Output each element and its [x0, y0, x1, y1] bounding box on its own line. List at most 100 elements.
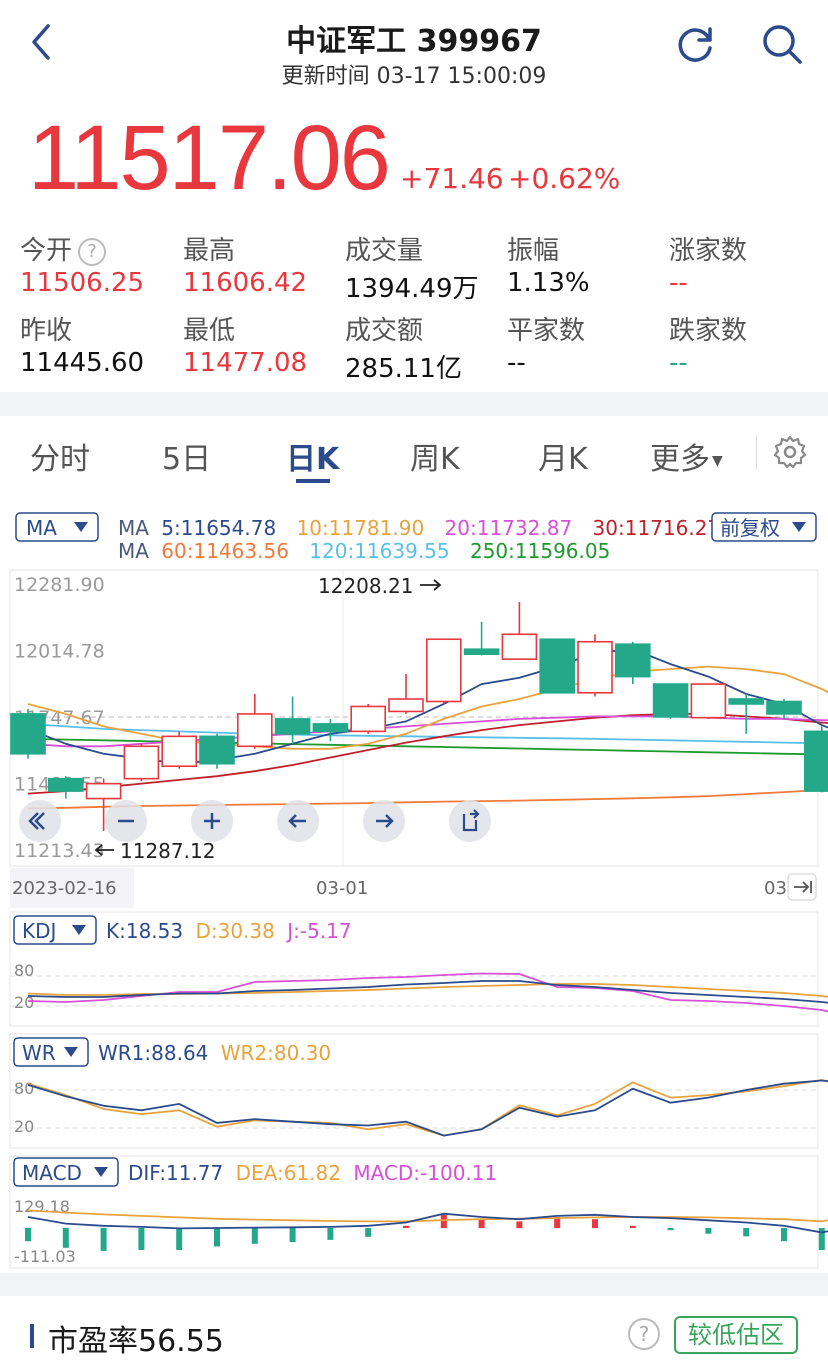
kdj-select-label: KDJ	[22, 919, 56, 943]
wr-select-label: WR	[22, 1041, 56, 1065]
price-axis-label: 12014.78	[14, 641, 105, 663]
candle-up	[425, 638, 462, 703]
wr-axis-high: 80	[14, 1079, 34, 1098]
volume-label: 成交量	[345, 236, 424, 266]
search-icon[interactable]	[760, 22, 804, 66]
kdj-axis-high: 80	[14, 961, 34, 980]
macd-bar	[251, 1228, 258, 1244]
high-value: 11606.42	[183, 268, 308, 298]
macd-bar	[403, 1225, 409, 1228]
price-change-percent: +0.62%	[508, 162, 621, 195]
refresh-icon[interactable]	[676, 24, 716, 64]
flat-count-value: --	[507, 348, 526, 378]
down-count-value: --	[669, 348, 688, 378]
candle-down	[199, 735, 235, 765]
macd-bar	[516, 1221, 523, 1228]
candle-down	[312, 723, 349, 733]
candle-down	[539, 638, 576, 694]
macd-bar	[138, 1228, 145, 1250]
kline-chart[interactable]: MA MA 5:11654.78 10:11781.90 20:11732.87…	[0, 488, 828, 1273]
arrow-right-icon	[420, 579, 442, 591]
macd-bar	[25, 1228, 31, 1242]
adjust-select-label: 前复权	[720, 516, 780, 540]
macd-bar	[214, 1228, 220, 1247]
candle-up	[350, 705, 387, 733]
active-tab-indicator	[296, 479, 330, 483]
help-icon[interactable]: ?	[78, 237, 107, 266]
volume-value: 1394.49万	[345, 274, 479, 304]
candle-down	[10, 713, 46, 755]
price-axis-label: 12281.90	[14, 574, 105, 596]
kdj-d-line	[27, 983, 828, 998]
section-marker	[30, 1324, 34, 1348]
open-label: 今开?	[20, 230, 107, 267]
current-price: 11517.06	[28, 107, 391, 209]
candle-up	[501, 633, 538, 660]
max-price-label: 12208.21	[318, 574, 413, 598]
tab-intraday[interactable]: 分时	[30, 434, 90, 478]
chart-panel: MA MA 5:11654.78 10:11781.90 20:11732.87…	[0, 488, 828, 1273]
candle-down	[766, 700, 802, 715]
ma-select-label: MA	[26, 516, 57, 540]
down-count-label: 跌家数	[669, 316, 748, 346]
high-label: 最高	[183, 236, 236, 266]
flat-count-label: 平家数	[507, 316, 586, 346]
macd-histogram-lines	[25, 1209, 828, 1251]
rotate-button[interactable]	[449, 800, 491, 842]
macd-bar	[705, 1228, 712, 1234]
amplitude-value: 1.13%	[507, 268, 590, 298]
valuation-badge[interactable]: 较低估区	[674, 1316, 798, 1354]
candle-up	[690, 683, 727, 719]
up-count-value: --	[669, 268, 688, 298]
kdj-values: K:18.53 D:30.38 J:-5.17	[106, 919, 352, 943]
low-label: 最低	[183, 316, 236, 346]
wr2-line	[27, 1078, 828, 1137]
wr-lines	[27, 1078, 828, 1137]
pe-ratio: 市盈率56.55	[48, 1324, 224, 1359]
macd-bar	[478, 1219, 485, 1228]
macd-bar	[781, 1228, 787, 1242]
candle-up	[388, 698, 424, 713]
dropdown-triangle-icon: ▼	[712, 452, 723, 469]
ma-row-1: MA 5:11654.78 10:11781.90 20:11732.87 30…	[118, 516, 720, 540]
candle-up	[161, 735, 197, 768]
period-tabs: 分时 5日 日K 周K 月K 更多 ▼	[0, 416, 828, 488]
candle-up	[123, 745, 160, 780]
candle-down	[614, 643, 651, 678]
up-count-label: 涨家数	[669, 236, 748, 266]
macd-axis-low: -111.03	[14, 1247, 76, 1266]
tab-weekly-k[interactable]: 周K	[410, 434, 460, 478]
candle-down	[47, 777, 84, 792]
jump-start-button[interactable]	[19, 800, 61, 842]
candle-down	[274, 718, 311, 735]
tab-more[interactable]: 更多 ▼	[650, 434, 723, 478]
macd-bar	[62, 1228, 69, 1248]
price-axis-label: 11213.43	[14, 840, 105, 862]
macd-bar	[365, 1228, 372, 1237]
macd-values: DIF:11.77 DEA:61.82 MACD:-100.11	[128, 1161, 497, 1185]
macd-bar	[743, 1228, 750, 1237]
date-mid: 03-01	[316, 878, 368, 899]
macd-bar	[592, 1219, 598, 1228]
candle-down	[652, 683, 689, 718]
macd-bar	[327, 1228, 334, 1240]
ma60-line	[27, 788, 828, 810]
gear-icon[interactable]	[772, 434, 808, 470]
candle-down	[728, 698, 765, 705]
tab-daily-k[interactable]: 日K	[286, 434, 339, 478]
candle-down	[463, 648, 500, 655]
date-start: 2023-02-16	[12, 878, 117, 899]
macd-bar	[629, 1225, 636, 1228]
wr-values: WR1:88.64 WR2:80.30	[98, 1041, 331, 1065]
amount-value: 285.11亿	[345, 354, 462, 384]
prev-close-label: 昨收	[20, 316, 73, 346]
amount-label: 成交额	[345, 316, 424, 346]
tab-divider	[756, 436, 757, 470]
tab-5day[interactable]: 5日	[162, 434, 211, 478]
help-icon[interactable]: ?	[628, 1318, 660, 1350]
macd-bar	[176, 1228, 183, 1250]
candle-up	[237, 713, 273, 748]
low-value: 11477.08	[183, 348, 308, 378]
kdj-j-line	[27, 972, 828, 1013]
tab-monthly-k[interactable]: 月K	[538, 434, 588, 478]
